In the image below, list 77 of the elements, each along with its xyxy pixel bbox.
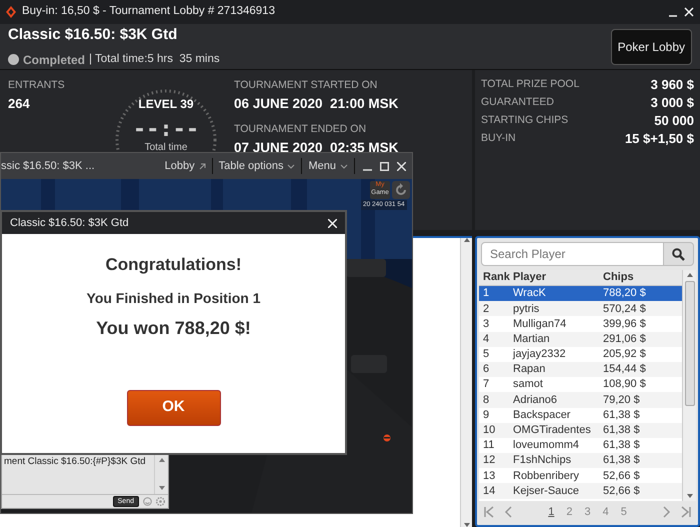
player-row[interactable]: 1 WracK 788,20 $ (479, 286, 682, 302)
chevron-down-icon (340, 164, 348, 168)
scroll-up-icon[interactable] (464, 238, 470, 242)
position-text: You Finished in Position 1 (86, 288, 260, 308)
menu-link[interactable]: Menu (302, 158, 355, 174)
player-row[interactable]: 2 pytris 570,24 $ (479, 301, 682, 316)
chevron-down-icon (287, 164, 296, 168)
scroll-up-icon[interactable] (686, 273, 692, 277)
clock-label: Total time (144, 143, 188, 153)
column-header[interactable]: Rank (479, 269, 509, 286)
prize-value: 3 000 $ (650, 94, 694, 112)
player-row[interactable]: 3 Mulligan74 399,96 $ (479, 316, 682, 332)
congratulations-heading: Congratulations! (106, 254, 242, 276)
prize-label: STARTING CHIPS (481, 113, 568, 128)
winnings-text: You won 788,20 $! (96, 316, 251, 340)
maximize-icon[interactable] (380, 162, 389, 170)
refresh-icon[interactable] (392, 181, 410, 199)
prize-value: 3 960 $ (650, 76, 694, 94)
status-text: Completed (23, 52, 86, 69)
poker-lobby-button[interactable]: Poker Lobby (610, 28, 692, 64)
dealer-icon (383, 434, 391, 442)
close-icon[interactable] (328, 218, 337, 228)
prize-value: 15 $+1,50 $ (624, 130, 694, 148)
menu-link[interactable]: Lobby (158, 158, 213, 174)
player-row[interactable]: 12 F1shNchips 61,38 $ (479, 453, 682, 468)
scroll-thumb[interactable] (684, 281, 694, 406)
ok-button[interactable]: OK (126, 390, 220, 426)
logo-icon (6, 6, 16, 18)
player-row[interactable]: 9 Backspacer 61,38 $ (479, 408, 682, 423)
external-link-icon (198, 162, 206, 170)
page-link[interactable]: 1 (544, 504, 558, 520)
prize-label: GUARANTEED (481, 95, 554, 110)
smiley-icon[interactable] (143, 497, 152, 506)
total-time-text: | Total time:5 hrs 35 mins (89, 52, 220, 68)
clock-ring-icon (114, 88, 218, 152)
search-icon (672, 248, 685, 260)
last-page-icon[interactable] (680, 506, 692, 518)
column-header[interactable]: Player (509, 269, 599, 286)
close-icon[interactable] (397, 162, 406, 170)
prize-value: 50 000 (654, 112, 694, 130)
entrants-label: ENTRANTS (8, 78, 66, 93)
level-label: LEVEL 39 (138, 96, 194, 113)
status-icon (8, 54, 19, 66)
ended-label: TOURNAMENT ENDED ON (234, 122, 368, 137)
player-row[interactable]: 7 samot 108,90 $ (479, 377, 682, 392)
player-row[interactable]: 11 loveumomm4 61,38 $ (479, 438, 682, 454)
scrollbar[interactable] (460, 238, 472, 527)
player-row[interactable]: 13 Robbenribery 52,66 $ (479, 468, 682, 484)
scroll-down-icon[interactable] (686, 494, 692, 498)
started-label: TOURNAMENT STARTED ON (234, 78, 378, 93)
entrants-value: 264 (8, 94, 31, 113)
player-row[interactable]: 10 OMGTiradentes 61,38 $ (479, 422, 682, 438)
player-row[interactable]: 5 jayjay2332 205,92 $ (479, 346, 682, 362)
player-row[interactable]: 14 Kejser-Sauce 52,66 $ (479, 483, 682, 499)
clock-display: --:-- (132, 117, 200, 142)
player-row[interactable]: 4 Martian 291,06 $ (479, 332, 682, 347)
search-button[interactable] (664, 242, 694, 266)
first-page-icon[interactable] (483, 506, 495, 518)
scrollbar[interactable] (682, 270, 696, 501)
player-row[interactable]: 8 Adriano6 79,20 $ (479, 392, 682, 408)
prize-label: TOTAL PRIZE POOL (481, 77, 580, 92)
close-icon[interactable] (684, 7, 694, 17)
settings-icon[interactable] (156, 497, 165, 506)
started-value: 06 JUNE 2020 21:00 MSK (234, 94, 398, 113)
scroll-up-icon[interactable] (158, 458, 164, 462)
tournament-title: Classic $16.50: $3K Gtd (8, 25, 178, 46)
table-window-title: ssic $16.50: $3K ... (1, 158, 95, 174)
scroll-down-icon[interactable] (158, 486, 164, 490)
dialog-title: Classic $16.50: $3K Gtd (10, 216, 129, 231)
chat-message: ment Classic $16.50:{#P}$3K Gtd (3, 455, 147, 469)
scroll-down-icon[interactable] (464, 523, 470, 527)
menu-link[interactable]: Table options (212, 158, 302, 174)
prize-label: BUY-IN (481, 131, 516, 146)
column-header[interactable]: Chips (599, 269, 682, 286)
ended-value: 07 JUNE 2020 02:35 MSK (234, 138, 398, 157)
window-title: Buy-in: 16,50 $ - Tournament Lobby # 271346913 (22, 4, 275, 20)
player-row[interactable]: 6 Rapan 154,44 $ (479, 362, 682, 378)
